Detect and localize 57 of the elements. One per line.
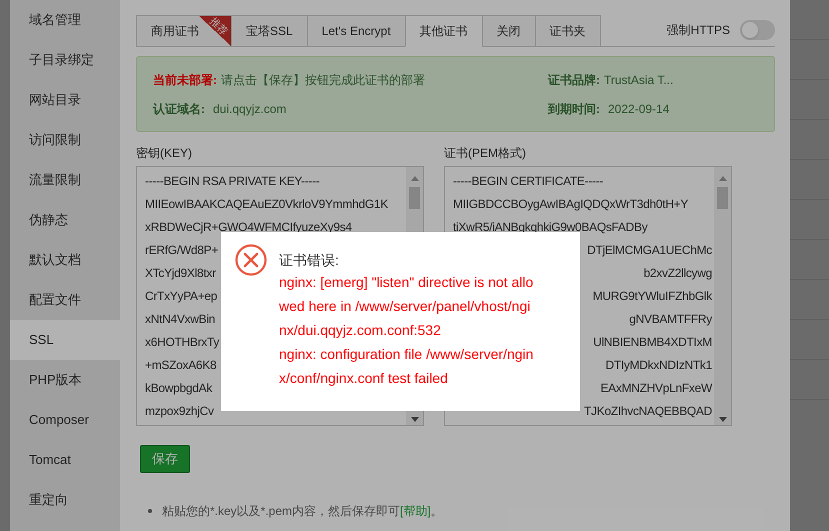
warning-text: 请点击【保存】按钮完成此证书的部署	[221, 72, 425, 88]
brand-label: 证书品牌:	[548, 72, 600, 88]
text-line: UlNBIENBMB4XDTIxM	[593, 334, 712, 351]
field-label: 证书(PEM格式)	[444, 145, 527, 162]
expiry-label: 到期时间:	[548, 100, 600, 118]
field-label: 密钥(KEY)	[136, 145, 194, 162]
scrollbar[interactable]	[714, 167, 731, 425]
text-line: MIIGBDCCBOygAwIBAgIQDQxWrT3dh0tH+Y	[453, 196, 688, 213]
error-message-line: nginx: [emerg] "listen" directive is not allo	[279, 273, 534, 292]
toggle-label: 强制HTTPS	[666, 22, 730, 39]
tab[interactable]: 商用证书 推荐	[136, 15, 232, 47]
tip-text: 粘贴您的*.key以及*.pem内容，然后保存即可[帮助]。	[162, 503, 443, 520]
text-line: x6HOTHBrxTy	[145, 334, 220, 351]
error-icon	[235, 244, 267, 276]
text-line: rERfG/Wd8P+	[145, 242, 218, 259]
text-line: xNtN4VxwBin	[145, 311, 216, 328]
text-line: xRBDWeCjR+GWO4WFMCIfyuzeXy9s4	[145, 219, 352, 236]
domain-label: 认证域名:	[153, 100, 205, 118]
bullet-icon	[148, 509, 152, 513]
text-line: DTjElMCMGA1UEChMc	[587, 242, 712, 259]
text-line: CrTxYyPA+ep	[145, 288, 218, 305]
text-line: tiXwR5/iANBgkqhkiG9w0BAQsFADBy	[453, 219, 648, 236]
error-message-line: wed here in /www/server/panel/vhost/ngi	[279, 297, 530, 316]
text-line: EAxMNZHVpLnFxeW	[600, 380, 712, 397]
text-line: mzpox9zhjCv	[145, 403, 214, 420]
text-line: -----BEGIN CERTIFICATE-----	[453, 173, 604, 190]
toggle-switch[interactable]	[740, 20, 775, 40]
scrollbar-thumb[interactable]	[717, 187, 728, 209]
text-line: MIIEowIBAAKCAQEAuEZ0VkrloV9YmmhdG1K	[145, 196, 388, 213]
text-line: kBowpbgdAk	[145, 380, 212, 397]
scrollbar-thumb[interactable]	[409, 187, 420, 209]
tab[interactable]: 证书夹	[534, 15, 601, 47]
error-message-line: nginx: configuration file /www/server/ngin	[279, 345, 534, 364]
dialog-title: 证书错误:	[279, 251, 339, 270]
up-arrow-icon[interactable]	[410, 176, 418, 181]
down-arrow-icon[interactable]	[410, 417, 418, 422]
tab[interactable]: Let's Encrypt	[306, 15, 406, 47]
brand-value: TrustAsia T...	[604, 72, 674, 88]
text-line: b2xvZ2llcywg	[644, 265, 712, 282]
tab[interactable]: 其他证书	[404, 15, 483, 47]
text-line: TJKoZIhvcNAQEBBQAD	[584, 403, 712, 420]
text-line: gNVBAMTFFRy	[629, 311, 712, 328]
text-line: MURG9tYWluIFZhbGlk	[592, 288, 712, 305]
tab[interactable]: 宝塔SSL	[231, 15, 308, 47]
tab[interactable]: 关闭	[482, 15, 536, 47]
warning-label: 当前未部署:	[153, 72, 217, 88]
domain-value: dui.qqyjz.com	[213, 100, 286, 118]
sidebar-item[interactable]: SSL	[10, 320, 120, 360]
error-message-line: nx/dui.qqyjz.com.conf:532	[279, 321, 441, 340]
text-line: +mSZoxA6K8	[145, 357, 216, 374]
expiry-value: 2022-09-14	[608, 100, 670, 118]
text-line: XTcYjd9Xl8txr	[145, 265, 216, 282]
down-arrow-icon[interactable]	[718, 417, 726, 422]
text-line: -----BEGIN RSA PRIVATE KEY-----	[145, 173, 320, 190]
up-arrow-icon[interactable]	[718, 176, 726, 181]
error-message-line: x/conf/nginx.conf test failed	[279, 369, 448, 388]
text-line: DTIyMDkxNDIzNTk1	[605, 357, 712, 374]
